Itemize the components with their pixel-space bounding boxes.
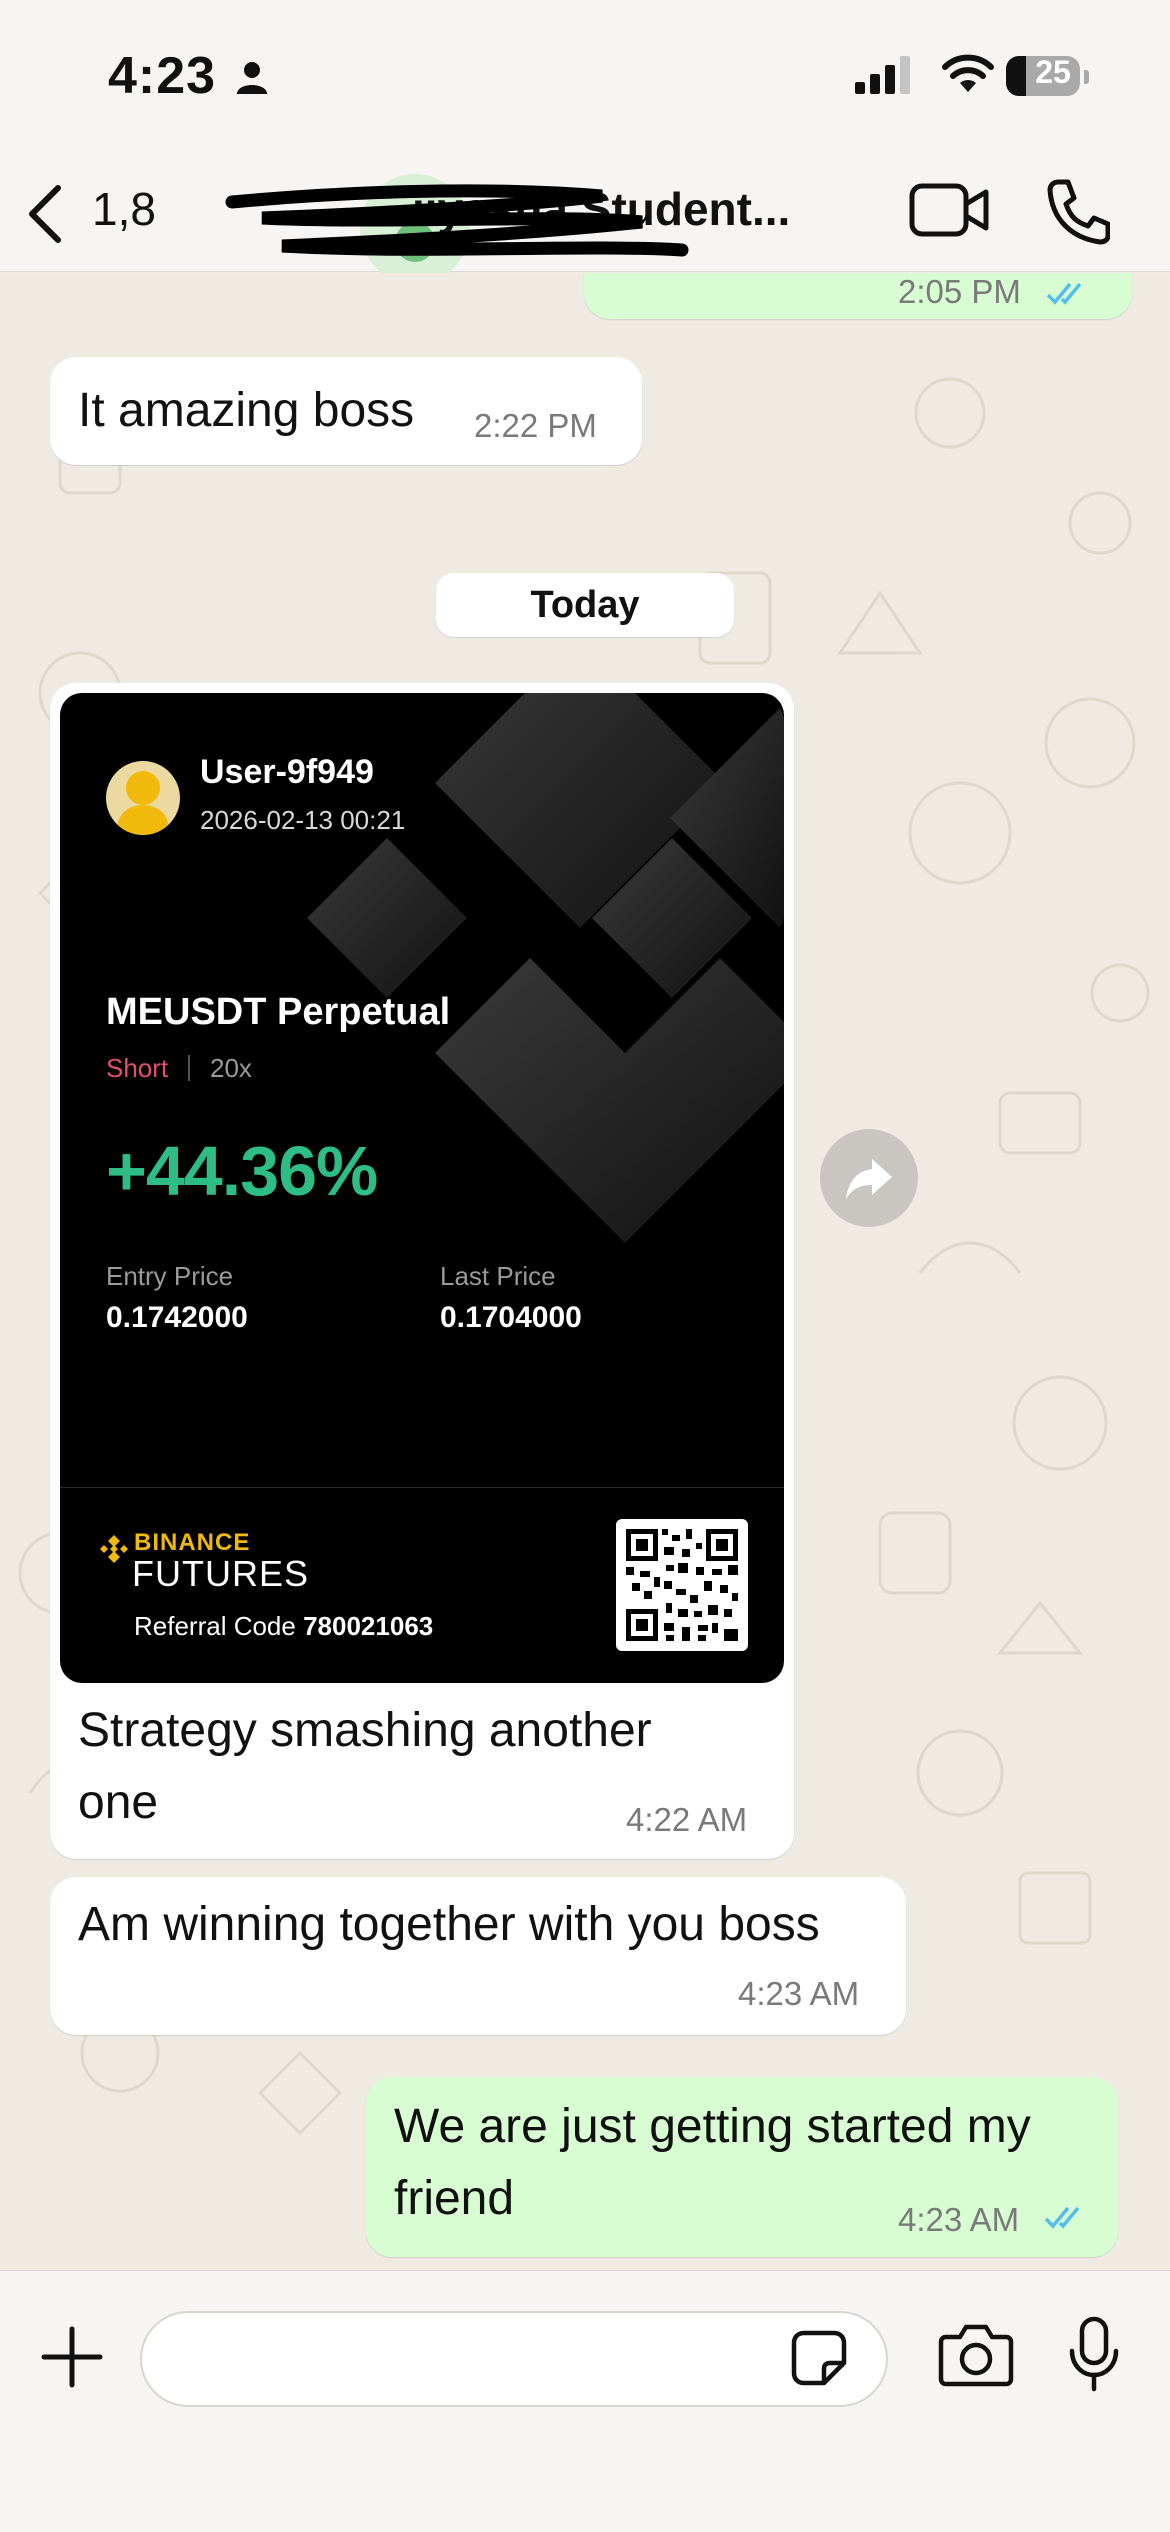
- last-price-label: Last Price: [440, 1261, 556, 1291]
- chevron-left-icon[interactable]: [22, 182, 66, 246]
- contact-name[interactable]: 1,8 iiyasha Student...: [92, 174, 790, 284]
- message-bubble-outgoing[interactable]: We are just getting started my friend 4:…: [366, 2077, 1118, 2257]
- forward-button[interactable]: [820, 1129, 918, 1227]
- entry-price-value: 0.1742000: [106, 1301, 248, 1334]
- card-leverage: 20x: [210, 1053, 252, 1083]
- redaction-scribble: [225, 184, 689, 257]
- qr-code-icon: [626, 1529, 738, 1641]
- battery-icon: 25: [1006, 52, 1089, 100]
- message-time: 4:22 AM: [626, 1801, 748, 1838]
- read-ticks-icon: [1044, 2206, 1080, 2229]
- message-time: 4:23 AM: [898, 2201, 1020, 2238]
- image-message-bubble[interactable]: User-9f949 2026-02-13 00:21 MEUSDT Perpe…: [50, 683, 794, 1859]
- date-divider: Today: [436, 573, 734, 637]
- card-separator: [188, 1055, 190, 1081]
- message-text-line-2: one: [78, 1776, 159, 1829]
- chat-header: 1,8 iiyasha Student...: [0, 160, 1170, 284]
- card-pnl: +44.36%: [106, 1132, 378, 1210]
- message-text-line-2: friend: [394, 2172, 515, 2225]
- chat-area[interactable]: 2:05 PM It amazing boss 2:22 PM Today Us…: [0, 273, 1170, 2270]
- status-time: 4:23: [108, 47, 217, 105]
- camera-icon[interactable]: [938, 2321, 1014, 2387]
- card-pair: MEUSDT Perpetual: [106, 991, 451, 1033]
- futures-brand: FUTURES: [132, 1553, 309, 1594]
- message-time: 2:05 PM: [898, 273, 1021, 310]
- message-time: 2:22 PM: [474, 407, 597, 444]
- message-text: It amazing boss: [78, 384, 415, 437]
- wifi-icon: [942, 54, 994, 92]
- referral-code: Referral Code 780021063: [134, 1611, 434, 1641]
- qr-code: [616, 1519, 748, 1651]
- person-icon: [237, 62, 267, 94]
- card-username: User-9f949: [200, 753, 374, 791]
- entry-price-label: Entry Price: [106, 1261, 234, 1291]
- battery-percent: 25: [1035, 54, 1071, 90]
- message-input[interactable]: [140, 2311, 888, 2407]
- phone-icon[interactable]: [1044, 176, 1110, 246]
- message-text-line-1: Strategy smashing another: [78, 1704, 652, 1757]
- message-bubble-outgoing[interactable]: 2:05 PM: [584, 273, 1132, 319]
- contact-prefix: 1,8: [92, 183, 156, 235]
- card-divider: [60, 1487, 784, 1488]
- cellular-signal-icon: [855, 56, 910, 94]
- message-text-line-1: We are just getting started my: [394, 2100, 1031, 2153]
- binance-logo-icon: [100, 1535, 128, 1563]
- message-time: 4:23 AM: [738, 1975, 860, 2012]
- status-bar: 4:23 25: [0, 0, 1170, 160]
- video-call-icon[interactable]: [908, 180, 992, 242]
- message-bubble-incoming[interactable]: Am winning together with you boss 4:23 A…: [50, 1877, 906, 2035]
- user-avatar: [106, 761, 180, 835]
- message-bubble-incoming[interactable]: It amazing boss 2:22 PM: [50, 357, 642, 465]
- message-input-bar: [0, 2270, 1170, 2532]
- sticker-icon[interactable]: [790, 2329, 848, 2387]
- forward-icon: [846, 1159, 892, 1199]
- trade-share-card[interactable]: User-9f949 2026-02-13 00:21 MEUSDT Perpe…: [60, 693, 784, 1683]
- card-date: 2026-02-13 00:21: [200, 805, 406, 835]
- plus-icon[interactable]: [36, 2321, 108, 2393]
- last-price-value: 0.1704000: [440, 1301, 582, 1334]
- microphone-icon[interactable]: [1066, 2315, 1122, 2395]
- message-text: Am winning together with you boss: [78, 1898, 820, 1951]
- read-ticks-icon: [1046, 282, 1082, 305]
- card-side: Short: [106, 1053, 169, 1083]
